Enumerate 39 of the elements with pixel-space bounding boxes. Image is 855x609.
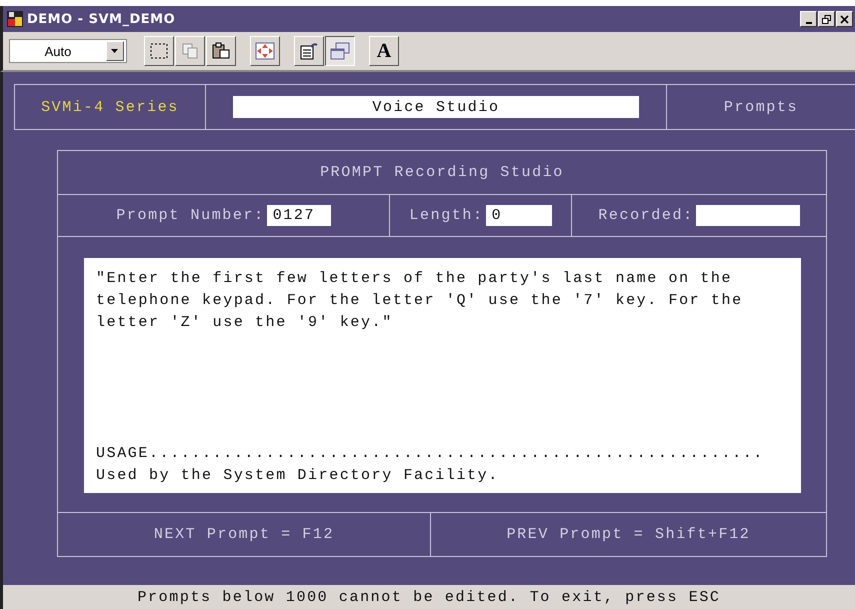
app-logo-icon: [7, 11, 23, 27]
paste-button[interactable]: [206, 36, 236, 66]
fit-button[interactable]: [250, 36, 280, 66]
input-field[interactable]: [696, 205, 800, 226]
copy-button[interactable]: [175, 36, 205, 66]
arrows-icon: [255, 42, 275, 60]
minimize-icon: [806, 22, 812, 24]
properties-icon: [299, 42, 319, 60]
window-title: DEMO - SVM_DEMO: [27, 12, 176, 26]
paste-icon: [211, 42, 231, 60]
minimize-button[interactable]: [800, 11, 817, 27]
font-button[interactable]: A: [369, 36, 399, 66]
series-label: SVMi-4 Series: [15, 85, 206, 129]
restore-button[interactable]: [818, 11, 835, 27]
close-icon: [840, 14, 849, 24]
copy-icon: [180, 42, 200, 60]
dashed-rectangle-icon: [149, 42, 169, 60]
properties-button[interactable]: [294, 36, 324, 66]
panel-title: PROMPT Recording Studio: [58, 151, 826, 195]
field-label: Recorded:: [598, 207, 694, 224]
studio-title: Voice Studio: [233, 96, 639, 118]
usage-heading: USAGE..........................................................: [96, 444, 765, 464]
window-button[interactable]: [325, 36, 355, 66]
prompt-text: "Enter the first few letters of the party's last name on the telephone keypad. For the letter 'Q' use the '7' key. For the letter 'Z' use the '9' key.": [96, 269, 744, 333]
section-label: Prompts: [722, 98, 800, 118]
zoom-dropdown[interactable]: Auto: [9, 39, 127, 63]
field-label: Prompt Number:: [116, 207, 265, 224]
status-bar: Prompts below 1000 cannot be edited. To exit, press ESC: [0, 585, 855, 609]
windows-icon: [330, 42, 350, 60]
input-field[interactable]: 0127: [266, 205, 331, 226]
caret-icon: [111, 48, 119, 54]
restore-icon: [822, 14, 831, 24]
shortcut-hint: NEXT Prompt = F12: [154, 526, 334, 543]
close-button[interactable]: [836, 11, 853, 27]
input-field[interactable]: 0: [486, 205, 552, 226]
field-label: Length:: [409, 207, 484, 224]
usage-text: Used by the System Directory Facility.: [96, 466, 500, 486]
shortcut-hint: PREV Prompt = Shift+F12: [506, 526, 750, 543]
select-button[interactable]: [144, 36, 174, 66]
